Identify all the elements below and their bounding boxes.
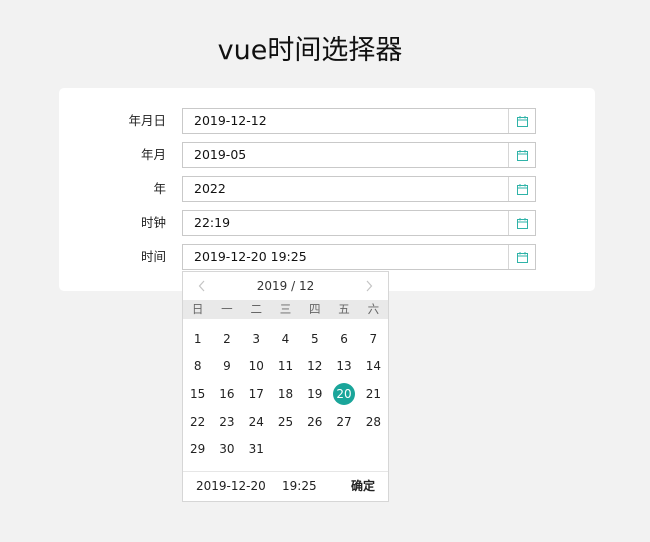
calendar-icon [516,115,528,127]
day-cell[interactable]: 19 [300,380,329,408]
date-input-value[interactable]: 2019-12-12 [194,109,494,133]
day-cell[interactable]: 26 [300,408,329,436]
day-cell[interactable]: 9 [212,353,241,381]
calendar-button[interactable] [508,109,535,133]
day-cell[interactable]: 30 [212,435,241,463]
day-cell[interactable]: 3 [242,325,271,353]
weekday-label: 一 [221,302,233,316]
clock-input[interactable]: 22:19 [182,210,536,236]
form-card: 年月日 2019-12-12 年月 2019-05 年 2022 时钟 22:1… [59,88,595,291]
form-row-date: 年月日 2019-12-12 [59,108,595,134]
picker-month-title[interactable]: 2019 / 12 [183,272,388,300]
chevron-right-icon [366,280,373,292]
day-cell[interactable]: 1 [183,325,212,353]
day-cell[interactable]: 18 [271,380,300,408]
footer-time[interactable]: 19:25 [282,472,317,501]
day-cell[interactable]: 27 [329,408,358,436]
weekday-label: 三 [279,302,292,316]
day-cell[interactable]: 28 [359,408,388,436]
weekday-label: 二 [250,302,262,316]
day-cell[interactable]: 31 [242,435,271,463]
picker-footer: 2019-12-20 19:25 确定 [183,471,388,501]
day-cell[interactable]: 14 [359,353,388,381]
datetime-input[interactable]: 2019-12-20 19:25 [182,244,536,270]
form-row-year: 年 2022 [59,176,595,202]
next-month-button[interactable] [361,278,377,294]
field-label: 年 [153,181,166,196]
calendar-icon [516,217,528,229]
calendar-icon [516,251,528,263]
date-input[interactable]: 2019-12-12 [182,108,536,134]
day-cell[interactable]: 29 [183,435,212,463]
field-label: 时间 [140,249,166,264]
form-row-datetime: 时间 2019-12-20 19:25 [59,244,595,270]
field-label: 年月日 [128,113,166,128]
weekday-label: 日 [191,302,204,316]
calendar-button[interactable] [508,211,535,235]
weekday-label: 四 [309,302,321,316]
calendar-button[interactable] [508,143,535,167]
day-cell[interactable]: 7 [359,325,388,353]
day-cell[interactable]: 4 [271,325,300,353]
calendar-button[interactable] [508,245,535,269]
calendar-button[interactable] [508,177,535,201]
weekday-label: 六 [367,302,380,316]
calendar-icon [516,149,528,161]
year-input-value[interactable]: 2022 [194,177,494,201]
day-cell[interactable]: 24 [242,408,271,436]
footer-date[interactable]: 2019-12-20 [196,472,266,501]
day-cell[interactable]: 15 [183,380,212,408]
field-label: 年月 [140,147,166,162]
day-cell[interactable]: 8 [183,353,212,381]
day-cell[interactable]: 2 [212,325,241,353]
day-cell[interactable]: 16 [212,380,241,408]
day-cell[interactable]: 22 [183,408,212,436]
form-row-clock: 时钟 22:19 [59,210,595,236]
datetime-input-value[interactable]: 2019-12-20 19:25 [194,245,494,269]
confirm-button[interactable]: 确定 [351,472,375,501]
day-cell[interactable]: 17 [242,380,271,408]
page-title: vue时间选择器 [217,35,403,66]
day-cell[interactable]: 13 [329,353,358,381]
picker-header: 2019 / 12 [183,272,388,300]
day-cell[interactable]: 6 [329,325,358,353]
weekday-label: 五 [338,302,350,316]
year-input[interactable]: 2022 [182,176,536,202]
field-label: 时钟 [140,215,166,230]
day-cell[interactable]: 10 [242,353,271,381]
day-cell[interactable]: 5 [300,325,329,353]
day-cell[interactable]: 23 [212,408,241,436]
day-cell[interactable]: 11 [271,353,300,381]
month-input-value[interactable]: 2019-05 [194,143,494,167]
calendar-icon [516,183,528,195]
form-row-month: 年月 2019-05 [59,142,595,168]
clock-input-value[interactable]: 22:19 [194,211,494,235]
day-cell[interactable]: 25 [271,408,300,436]
datetime-picker-popup: 2019 / 12 日 一 二 三 四 五 六 1 2 3 4 5 6 7 8 … [182,271,389,502]
month-input[interactable]: 2019-05 [182,142,536,168]
day-cell-selected[interactable]: 20 [329,380,358,408]
day-grid: 1 2 3 4 5 6 7 8 9 10 11 12 13 14 15 16 1… [183,325,388,463]
day-cell[interactable]: 12 [300,353,329,381]
weekday-header: 日 一 二 三 四 五 六 [183,300,388,319]
day-cell[interactable]: 21 [359,380,388,408]
